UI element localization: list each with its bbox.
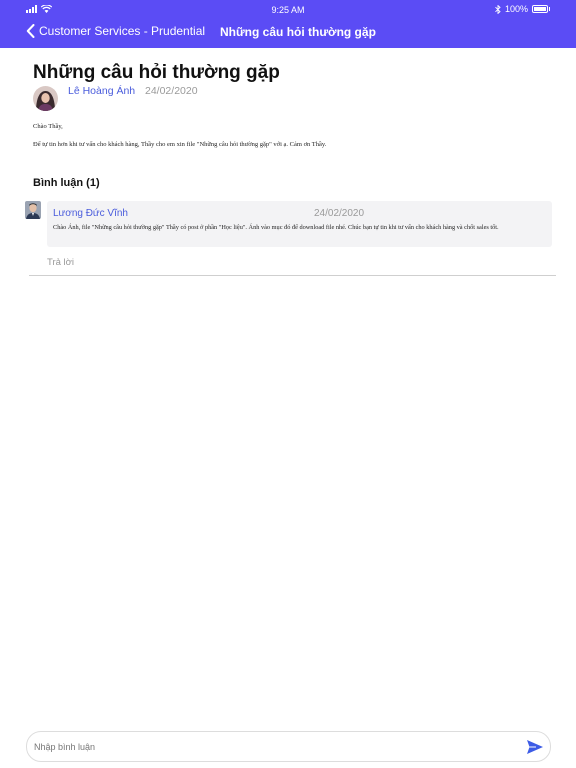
post-body-paragraph: Chào Thầy, [33, 123, 63, 130]
status-time: 9:25 AM [271, 5, 305, 15]
post-date: 24/02/2020 [145, 85, 198, 97]
post-title: Những câu hỏi thường gặp [33, 62, 280, 83]
chevron-left-icon [26, 24, 35, 38]
reply-button[interactable]: Trả lời [47, 257, 74, 268]
app-header: 9:25 AM 100% Customer Services - Prudent… [0, 0, 576, 48]
nav-bar: Customer Services - Prudential Những câu… [0, 20, 576, 44]
post-body: Chào Thầy, Để tự tin hơn khi tư vấn cho … [33, 123, 553, 159]
status-bar: 9:25 AM 100% [0, 0, 576, 20]
author-avatar[interactable] [33, 86, 58, 111]
commenter-avatar[interactable] [25, 201, 41, 219]
back-label: Customer Services - Prudential [39, 24, 206, 38]
post-author-name[interactable]: Lê Hoàng Ánh [68, 85, 135, 97]
send-icon[interactable] [526, 739, 544, 755]
comment-text: Chào Ánh, file "Những câu hỏi thường gặp… [53, 224, 499, 231]
back-button[interactable]: Customer Services - Prudential [26, 24, 205, 38]
comment-input[interactable] [34, 738, 514, 756]
divider [29, 275, 556, 276]
comment-date: 24/02/2020 [314, 208, 365, 219]
comment-composer [26, 731, 551, 762]
nav-title: Những câu hỏi thường gặp [220, 25, 376, 39]
post-body-paragraph: Để tự tin hơn khi tư vấn cho khách hàng,… [33, 140, 327, 148]
bluetooth-icon [495, 4, 501, 14]
comments-heading: Bình luận (1) [33, 177, 100, 189]
comment-item: Lương Đức Vĩnh 24/02/2020 Chào Ánh, file… [47, 201, 552, 247]
battery-icon [532, 5, 548, 13]
battery-cap [549, 7, 550, 11]
status-right: 100% [495, 4, 550, 14]
battery-percent: 100% [504, 4, 528, 14]
comment-author-name[interactable]: Lương Đức Vĩnh [53, 208, 128, 219]
